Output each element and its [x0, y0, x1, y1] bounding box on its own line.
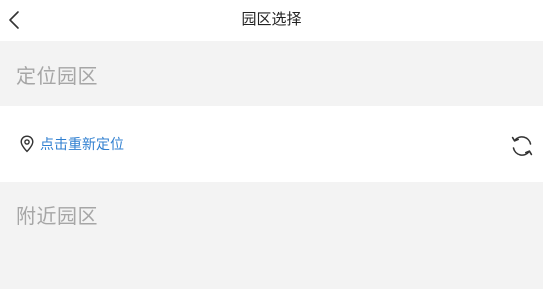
- location-pin-icon: [20, 135, 34, 153]
- relocate-link[interactable]: 点击重新定位: [19, 133, 124, 155]
- located-park-heading: 定位园区: [16, 64, 98, 88]
- refresh-button[interactable]: [509, 133, 535, 159]
- chevron-left-icon: [9, 11, 19, 29]
- refresh-icon: [511, 136, 533, 156]
- back-button[interactable]: [2, 6, 26, 34]
- page-title: 园区选择: [241, 10, 302, 28]
- relocate-label: 点击重新定位: [40, 137, 124, 153]
- top-nav-bar: 园区选择: [0, 0, 543, 41]
- park-select-page: 园区选择 定位园区 点击重新定位 附近园区: [0, 0, 543, 289]
- relocate-row: 点击重新定位: [0, 106, 543, 182]
- nearby-park-heading: 附近园区: [16, 204, 98, 228]
